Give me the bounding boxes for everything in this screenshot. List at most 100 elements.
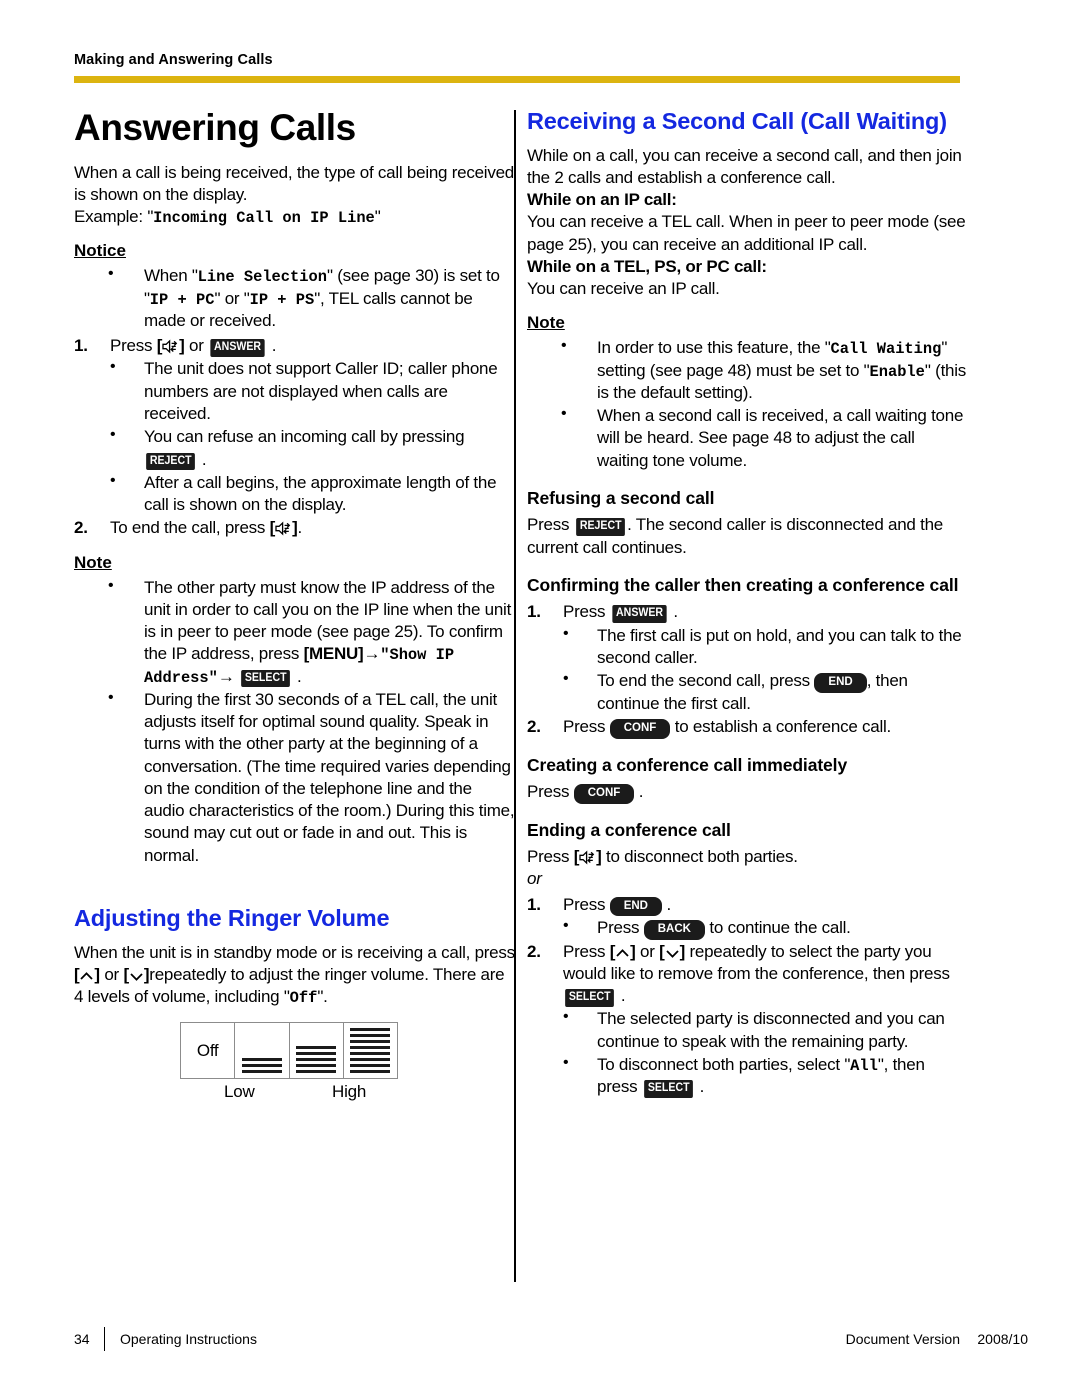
back-press: Press [597,918,640,937]
answer-softkey[interactable]: ANSWER [210,339,265,357]
back-softkey[interactable]: BACK [643,920,705,940]
notice-lcd-3: IP + PS [249,290,315,309]
ending-step2-press: Press [563,941,606,961]
ringer-off-lcd: Off [289,989,318,1008]
while-on-ip-call-label: While on an IP call: [527,190,677,210]
ending-step1-bullets: Press BACK to continue the call. [563,916,968,940]
notice-label: Notice [74,241,126,261]
speaker-key-bracket-2: [] [269,518,298,538]
confirm-step2-tail: to establish a conference call. [674,717,891,737]
list-item: To end the second call, press END, then … [563,669,968,715]
confirming-steps: Press ANSWER . The first call is put on … [527,601,968,739]
note-label-left: Note [74,552,112,572]
select-softkey[interactable]: SELECT [241,669,291,688]
down-key-bracket-2: [] [659,941,685,961]
list-item: After a call begins, the approximate len… [110,471,515,517]
creating-press: Press [527,782,570,801]
ringer-text-c: ". [317,987,328,1007]
footer-version-value: 2008/10 [977,1331,1028,1347]
volume-level-row: Off [180,1022,398,1080]
subheading-refusing-second-call: Refusing a second call [527,488,715,508]
ending-or-label: or [527,869,542,889]
ending-step1-suffix: . [666,894,671,914]
list-item: When "Line Selection" (see page 30) is s… [74,264,515,332]
volume-bars-3 [350,1028,391,1074]
list-item: You can refuse an incoming call by press… [110,425,515,471]
footer-version-label: Document Version [845,1331,960,1347]
chevron-up-icon [80,971,94,980]
conf-softkey[interactable]: CONF [609,719,671,739]
confirm-step2-press: Press [563,717,606,737]
list-item: In order to use this feature, the "Call … [527,336,968,404]
volume-axis-labels: Low High [180,1082,398,1106]
select-softkey[interactable]: SELECT [565,989,615,1007]
left-column: Answering Calls When a call is being rec… [74,108,515,1106]
list-item: Press END . Press BACK to continue the c… [527,894,968,940]
notice-lcd-1: Line Selection [197,268,327,287]
speakerphone-icon [162,339,178,354]
confirm-step1-press: Press [563,602,606,622]
ending-press: Press [527,846,570,866]
end-softkey[interactable]: END [609,896,662,916]
step2-text: To end the call, press [110,518,266,538]
conf-softkey[interactable]: CONF [573,784,635,804]
reject-softkey[interactable]: REJECT [146,452,196,470]
running-head: Making and Answering Calls [74,52,273,68]
list-item: The other party must know the IP address… [74,576,515,688]
chevron-up-icon [616,948,629,957]
chevron-down-icon [130,973,143,981]
all-lcd: All [850,1056,878,1075]
ending-conference-body: Press [] to disconnect both parties. [527,846,968,868]
disconnect-both-text: To disconnect both parties, select " [597,1054,851,1074]
end-softkey[interactable]: END [814,673,867,693]
list-item: To end the call, press []. [74,517,515,540]
notice-text-1: When " [144,266,198,286]
ending-step2-bullets: The selected party is disconnected and y… [563,1007,968,1098]
step1-or: or [189,336,204,356]
example-lcd-text: Incoming Call on IP Line [153,209,375,228]
menu-key-label[interactable]: [MENU] [304,644,364,663]
ringer-text-a: When the unit is in standby mode or is r… [74,942,515,962]
refusing-body: Press REJECT. The second caller is disco… [527,514,968,559]
volume-level-3 [344,1023,397,1078]
reject-softkey[interactable]: REJECT [575,518,625,536]
section-heading-call-waiting: Receiving a Second Call (Call Waiting) [527,108,947,134]
ringer-volume-figure: Off Low High [180,1022,398,1106]
volume-high-label: High [332,1082,367,1102]
note-label-right: Note [527,313,565,333]
note2-text-a: In order to use this feature, the " [597,338,831,358]
list-item: Press [] or ANSWER . The unit does not s… [74,335,515,516]
ending-steps: Press END . Press BACK to continue the c… [527,894,968,1099]
header-rule [74,76,960,83]
volume-bars-2 [296,1046,337,1074]
list-item: Press [] or [] repeatedly to select the … [527,941,968,1099]
right-column: Receiving a Second Call (Call Waiting) W… [527,108,968,1099]
creating-conference-body: Press CONF . [527,781,968,804]
step1-suffix: . [271,336,277,356]
answering-steps: Press [] or ANSWER . The unit does not s… [74,335,515,540]
volume-bars-1 [241,1058,282,1074]
intro-paragraph: When a call is being received, the type … [74,162,515,229]
subheading-ending-conference: Ending a conference call [527,819,731,840]
page-title: Answering Calls [74,107,356,148]
confirm-step1-suffix: . [673,602,678,622]
answer-softkey[interactable]: ANSWER [612,605,667,623]
footer-doc-title: Operating Instructions [120,1331,257,1347]
ringer-volume-paragraph: When the unit is in standby mode or is r… [74,942,515,1009]
note-end-period: . [296,666,302,686]
confirm-bullet-list: The first call is put on hold, and you c… [563,624,968,715]
list-item: When a second call is received, a call w… [527,404,968,472]
manual-page: Making and Answering Calls Answering Cal… [0,0,1080,1397]
enable-lcd: Enable [869,362,925,381]
note-bullet-list-left: The other party must know the IP address… [74,576,515,867]
footer-divider [104,1327,105,1351]
example-prefix: Example: " [74,207,154,227]
select-softkey[interactable]: SELECT [643,1080,694,1098]
notice-text-3: " or " [214,288,250,308]
example-suffix: " [374,207,381,227]
step1-bullet-list: The unit does not support Caller ID; cal… [110,357,515,517]
list-item: Press CONF to establish a conference cal… [527,716,968,739]
step1-prefix: Press [110,336,153,356]
disconnect-both-suffix: . [699,1077,705,1097]
while-on-tel-call-body: You can receive an IP call. [527,279,720,299]
